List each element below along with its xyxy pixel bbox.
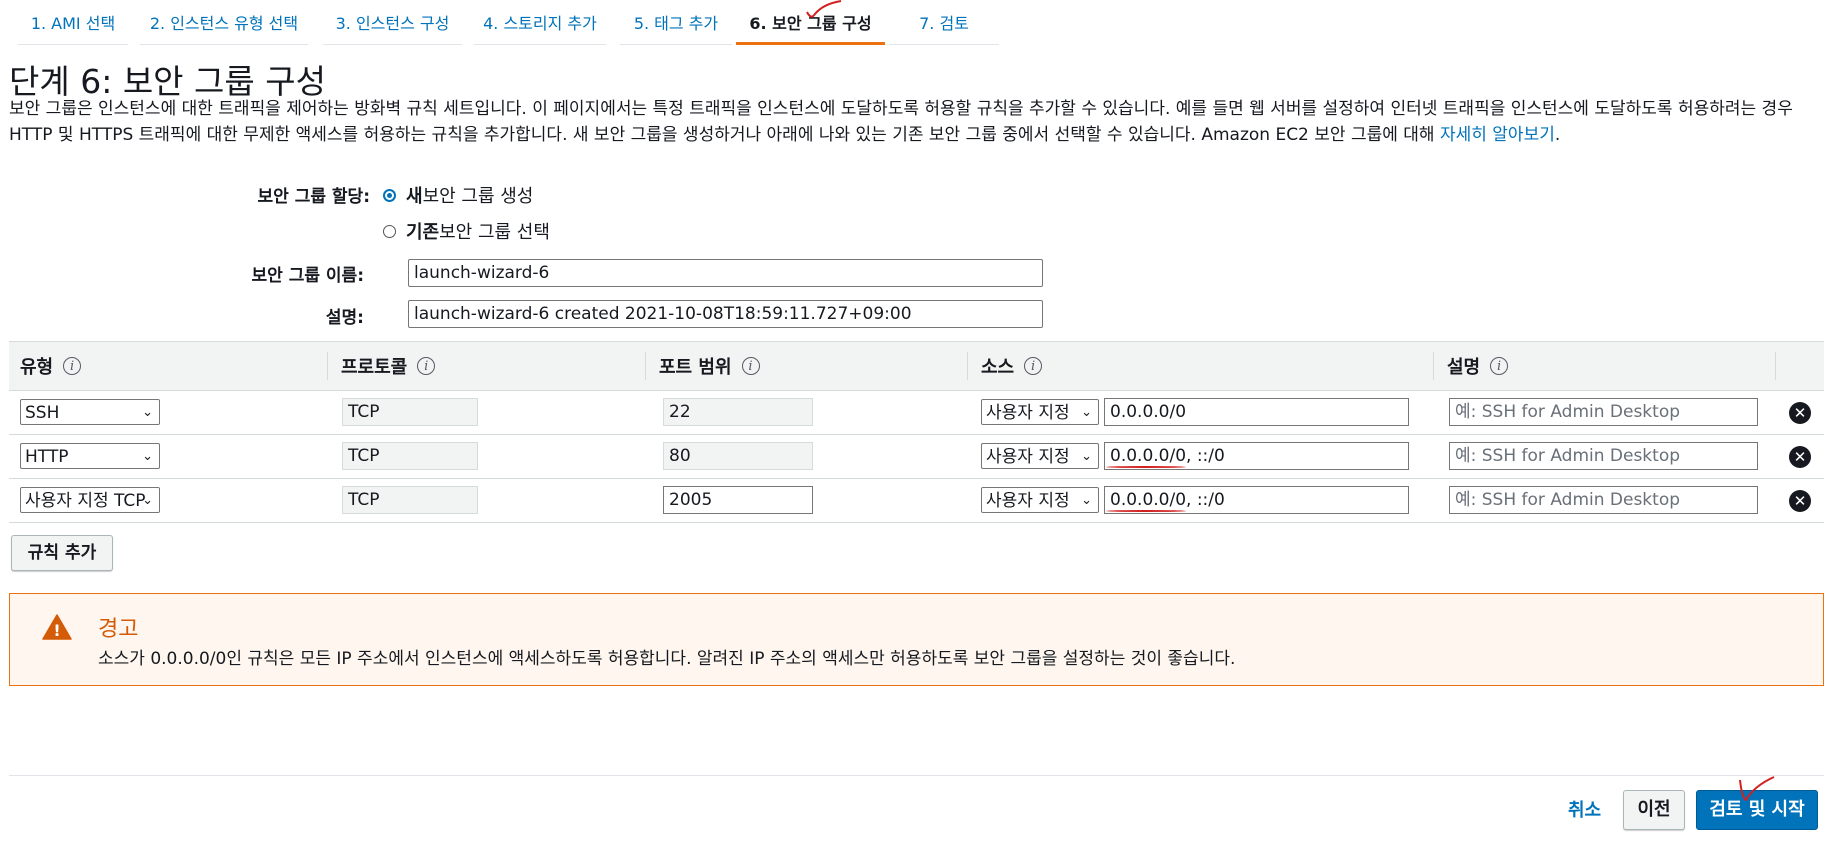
header-type: 유형 i	[20, 342, 82, 390]
radio-existing-label: 보안 그룹 선택	[439, 222, 550, 243]
red-check-mark-icon	[1739, 776, 1775, 802]
source-mode-select[interactable]: 사용자 지정 ⌄	[981, 443, 1099, 469]
header-source: 소스 i	[967, 342, 1043, 390]
source-mode-select[interactable]: 사용자 지정 ⌄	[981, 487, 1099, 513]
type-select-value: 사용자 지정 TCP	[25, 491, 146, 511]
security-group-name-input[interactable]	[408, 259, 1043, 287]
radio-existing-indicator[interactable]	[383, 224, 396, 238]
name-label: 보안 그룹 이름:	[251, 266, 364, 286]
chevron-down-icon: ⌄	[142, 493, 153, 508]
type-select[interactable]: HTTP ⌄	[20, 443, 160, 469]
protocol-field: TCP	[342, 442, 478, 470]
cancel-link[interactable]: 취소	[1568, 796, 1601, 822]
tab-review[interactable]: 7. 검토	[889, 0, 999, 45]
rule-description-input[interactable]: 예: SSH for Admin Desktop	[1449, 486, 1758, 514]
source-mode-value: 사용자 지정	[986, 491, 1070, 511]
chevron-down-icon: ⌄	[1081, 405, 1092, 420]
header-port: 포트 범위 i	[645, 342, 760, 390]
learn-more-link[interactable]: 자세히 알아보기	[1440, 125, 1555, 145]
tab-instance-type[interactable]: 2. 인스턴스 유형 선택	[140, 0, 308, 45]
previous-button[interactable]: 이전	[1623, 790, 1685, 830]
delete-rule-icon[interactable]: ✕	[1789, 490, 1811, 512]
source-mode-value: 사용자 지정	[986, 447, 1070, 467]
warning-icon-glyph: !	[53, 621, 60, 640]
port-range-field: 22	[663, 398, 813, 426]
delete-rule-icon[interactable]: ✕	[1789, 402, 1811, 424]
type-select-value: SSH	[25, 403, 60, 423]
header-protocol-label: 프로토콜	[341, 357, 408, 378]
type-select[interactable]: 사용자 지정 TCP ⌄	[20, 487, 160, 513]
tab-add-tags[interactable]: 5. 태그 추가	[620, 0, 732, 45]
warning-alert: ! 경고 소스가 0.0.0.0/0인 규칙은 모든 IP 주소에서 인스턴스에…	[9, 593, 1824, 686]
intro-end: .	[1554, 125, 1561, 145]
chevron-down-icon: ⌄	[142, 449, 153, 464]
type-select-value: HTTP	[25, 447, 69, 467]
tab-configure-instance[interactable]: 3. 인스턴스 구성	[323, 0, 462, 45]
delete-rule-icon[interactable]: ✕	[1789, 446, 1811, 468]
info-icon[interactable]: i	[63, 357, 82, 375]
radio-existing-group[interactable]: 기존 보안 그룹 선택	[383, 218, 550, 244]
description-label: 설명:	[325, 308, 364, 328]
rules-table-header: 유형 i 프로토콜 i 포트 범위 i 소스 i 설명 i	[9, 341, 1824, 391]
red-underline-annotation	[1106, 466, 1186, 468]
source-mode-select[interactable]: 사용자 지정 ⌄	[981, 399, 1099, 425]
header-protocol: 프로토콜 i	[327, 342, 436, 390]
security-group-description-input[interactable]	[408, 300, 1043, 328]
warning-title: 경고	[98, 617, 139, 642]
source-mode-value: 사용자 지정	[986, 403, 1070, 423]
warning-icon: !	[42, 614, 72, 640]
chevron-down-icon: ⌄	[1081, 493, 1092, 508]
page-intro: 보안 그룹은 인스턴스에 대한 트래픽을 제어하는 방화벽 규칙 세트입니다. …	[9, 96, 1824, 148]
chevron-down-icon: ⌄	[1081, 449, 1092, 464]
footer-divider	[9, 775, 1824, 776]
header-description: 설명 i	[1433, 342, 1509, 390]
radio-new-indicator[interactable]	[383, 188, 396, 202]
add-rule-button[interactable]: 규칙 추가	[11, 535, 113, 571]
header-source-label: 소스	[981, 357, 1015, 378]
table-row: SSH ⌄ TCP 22 사용자 지정 ⌄ 0.0.0.0/0 예: SSH for…	[9, 390, 1824, 435]
chevron-down-icon: ⌄	[142, 405, 153, 420]
info-icon[interactable]: i	[1490, 357, 1509, 375]
radio-new-group[interactable]: 새 보안 그룹 생성	[383, 182, 533, 208]
tab-ami[interactable]: 1. AMI 선택	[18, 0, 128, 45]
radio-new-label: 보안 그룹 생성	[422, 186, 534, 207]
info-icon[interactable]: i	[1024, 357, 1043, 375]
rule-description-input[interactable]: 예: SSH for Admin Desktop	[1449, 398, 1758, 426]
radio-existing-bold: 기존	[406, 222, 440, 243]
assign-label: 보안 그룹 할당:	[257, 187, 370, 207]
port-range-input[interactable]: 2005	[663, 486, 813, 514]
warning-text: 소스가 0.0.0.0/0인 규칙은 모든 IP 주소에서 인스턴스에 액세스하…	[98, 649, 1236, 669]
header-description-label: 설명	[1447, 357, 1481, 378]
type-select[interactable]: SSH ⌄	[20, 399, 160, 425]
source-cidr-input[interactable]: 0.0.0.0/0	[1104, 398, 1409, 426]
header-port-label: 포트 범위	[659, 357, 732, 378]
radio-new-bold: 새	[406, 186, 423, 207]
info-icon[interactable]: i	[741, 357, 760, 375]
red-check-mark-icon	[806, 0, 842, 18]
tab-add-storage[interactable]: 4. 스토리지 추가	[474, 0, 606, 45]
protocol-field: TCP	[342, 486, 478, 514]
port-range-field: 80	[663, 442, 813, 470]
info-icon[interactable]: i	[417, 357, 436, 375]
red-underline-annotation	[1106, 510, 1186, 512]
table-row: 사용자 지정 TCP ⌄ TCP 2005 사용자 지정 ⌄ 0.0.0.0/0, …	[9, 478, 1824, 523]
protocol-field: TCP	[342, 398, 478, 426]
rule-description-input[interactable]: 예: SSH for Admin Desktop	[1449, 442, 1758, 470]
header-type-label: 유형	[20, 357, 54, 378]
table-row: HTTP ⌄ TCP 80 사용자 지정 ⌄ 0.0.0.0/0, ::/0 예: …	[9, 434, 1824, 479]
